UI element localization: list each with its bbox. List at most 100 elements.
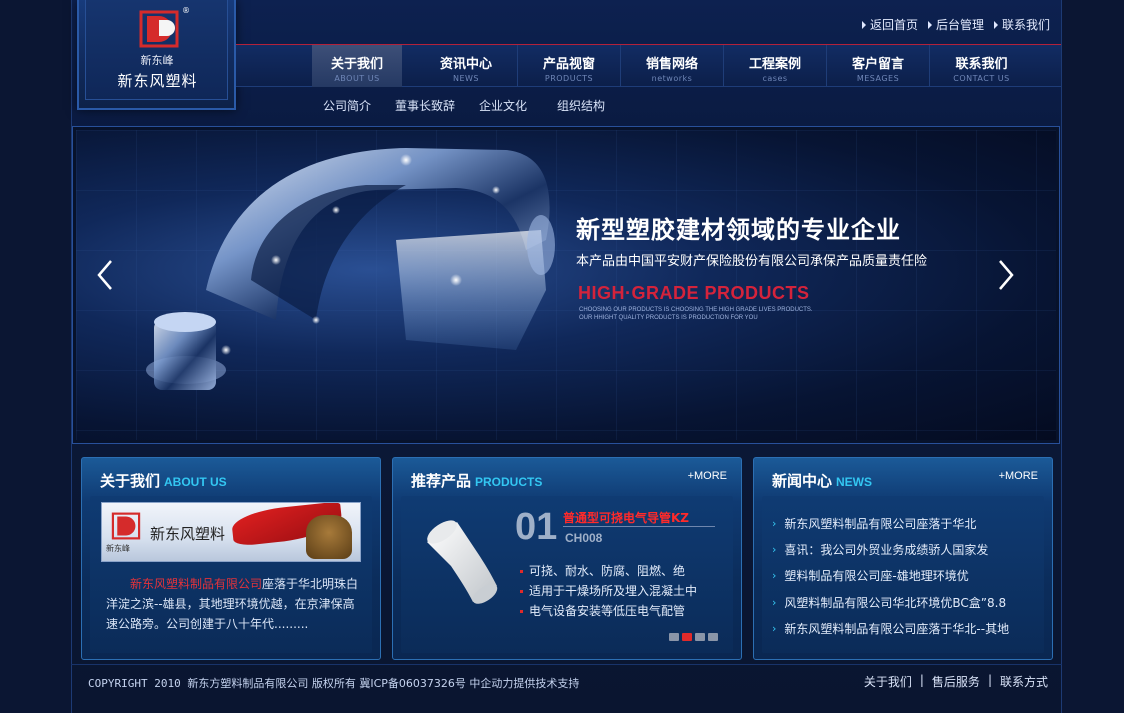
feature-item: 可挠、耐水、防腐、阻燃、绝 [520,561,697,581]
news-item[interactable]: › 风塑料制品有限公司华北环境优BC盒”8.8 [772,589,1009,615]
main-nav: 关于我们 ABOUT US 资讯中心 NEWS 产品视窗 PRODUCTS 销售… [236,45,1061,87]
top-link-label: 联系我们 [1001,18,1050,32]
news-item[interactable]: › 新东风塑料制品有限公司座落于华北 [772,510,1009,536]
banner-en-line: OUR HHIGHT QUALITY PRODUCTS IS PRODUCTIO… [579,315,758,321]
nav-label: 联系我们 [955,57,1008,72]
about-company-link[interactable]: 新东风塑料制品有限公司 [130,577,262,591]
top-link-admin[interactable]: 后台管理 [927,16,984,33]
news-item-title: 新东风塑料制品有限公司座落于华北--其地 [784,621,1010,636]
logo[interactable]: ® 新东峰 新东风塑料 [77,0,236,110]
pipe-elbow-image[interactable] [419,516,509,608]
carousel-dot[interactable] [708,633,718,641]
chevron-right-icon: › [772,595,777,609]
product-name[interactable]: 普通型可挠电气导管KZ [563,509,689,526]
news-item-title: 喜讯：我公司外贸业务成绩骄人国家发 [784,542,989,557]
subnav-item-culture[interactable]: 企业文化 [479,97,527,114]
banner-next-arrow-icon[interactable] [994,255,1018,295]
nav-item-products[interactable]: 产品视窗 PRODUCTS [518,45,621,87]
logo-brand-small: 新东峰 [140,54,174,67]
carousel-dot[interactable] [695,633,705,641]
arrow-right-icon [861,20,866,29]
nav-sublabel: MESAGES [856,74,900,83]
panel-title-en: NEWS [836,475,873,489]
news-item[interactable]: › 喜讯：我公司外贸业务成绩骄人国家发 [772,536,1009,562]
arrow-right-icon [927,20,932,29]
banner-prev-arrow-icon[interactable] [93,255,117,295]
product-code: CH008 [565,531,603,545]
banner-en-line: CHOOSING OUR PRODUCTS IS CHOOSING THE HI… [579,307,813,313]
product-number: 01 [515,506,558,548]
nav-sublabel: CONTACT US [953,74,1010,83]
top-link-contact[interactable]: 联系我们 [993,16,1050,33]
subnav-item-intro[interactable]: 公司简介 [323,97,371,114]
nav-label: 工程案例 [748,57,801,72]
nav-item-networks[interactable]: 销售网络 networks [621,45,724,87]
sub-nav: 公司简介 董事长致辞 企业文化 组织结构 [323,97,605,114]
logo-panel: ® 新东峰 新东风塑料 [85,0,228,100]
nav-item-messages[interactable]: 客户留言 MESAGES [827,45,930,87]
nav-label: 产品视窗 [542,57,595,72]
nav-sublabel: ABOUT US [334,74,380,83]
divider [563,526,715,527]
nav-sublabel: cases [762,74,788,83]
product-features: 可挠、耐水、防腐、阻燃、绝 适用于干燥场所及埋入混凝土中 电气设备安装等低压电气… [520,561,697,621]
chevron-right-icon: › [772,516,777,530]
subnav-item-chairman[interactable]: 董事长致辞 [395,97,455,114]
nav-item-cases[interactable]: 工程案例 cases [724,45,827,87]
subnav-item-structure[interactable]: 组织结构 [557,97,605,114]
news-list: › 新东风塑料制品有限公司座落于华北 › 喜讯：我公司外贸业务成绩骄人国家发 › 塑料… [772,510,1009,641]
footer-link-service[interactable]: 售后服务 [932,673,980,690]
panel-title-cn: 关于我们 [100,472,161,490]
nav-item-news[interactable]: 资讯中心 NEWS [415,45,518,87]
feature-item: 适用于干燥场所及埋入混凝土中 [520,581,697,601]
footer-link-about[interactable]: 关于我们 [864,673,912,690]
carousel-dot[interactable] [669,633,679,641]
products-more-link[interactable]: +MORE [688,470,727,482]
news-item-title: 塑料制品有限公司座-雄地理环境优 [784,569,969,584]
nav-label: 销售网络 [645,57,698,72]
about-image[interactable]: 新东峰 新东风塑料 [101,502,361,562]
footer-links: 关于我们 | 售后服务 | 联系方式 [864,673,1048,690]
news-item[interactable]: › 新东风塑料制品有限公司座落于华北--其地 [772,615,1009,641]
carousel-dots [669,633,718,641]
about-panel: 关于我们 ABOUT US 新东峰 新东风塑料 新东风塑料制品有限公司座落于华北明… [81,457,381,660]
faucet-illustration [146,148,555,390]
top-link-home[interactable]: 返回首页 [861,16,918,33]
copyright-text: 新东方塑料制品有限公司 版权所有 冀ICP备06037326号 中企动力提供技术… [187,677,580,690]
products-panel: 推荐产品 PRODUCTS +MORE 01 普通型可挠电气导管KZ CH008 … [392,457,742,660]
lion-statue-graphic [306,515,352,559]
footer-link-contact[interactable]: 联系方式 [1000,673,1048,690]
logo-mark-icon [139,10,179,48]
nav-item-contact[interactable]: 联系我们 CONTACT US [930,45,1033,87]
panel-title-cn: 新闻中心 [772,472,833,490]
news-item[interactable]: › 塑料制品有限公司座-雄地理环境优 [772,563,1009,589]
banner-en-title: HIGH·GRADE PRODUCTS [578,283,810,303]
banner-en-caption: CHOOSING OUR PRODUCTS IS CHOOSING THE HI… [579,306,813,322]
chevron-right-icon: › [772,569,777,583]
chevron-right-icon: › [772,621,777,635]
news-item-title: 新东风塑料制品有限公司座落于华北 [784,516,977,531]
nav-label: 客户留言 [851,57,904,72]
news-more-link[interactable]: +MORE [999,470,1038,482]
nav-sublabel: NEWS [452,74,480,83]
hero-banner: 新型塑胶建材领域的专业企业 本产品由中国平安财产保险股份有限公司承保产品质量责任… [76,130,1056,440]
panel-title: 关于我们 ABOUT US [100,470,227,491]
nav-label: 资讯中心 [439,57,492,72]
feature-item: 电气设备安装等低压电气配管 [520,601,697,621]
panel-title: 新闻中心 NEWS [772,470,872,491]
copyright: COPYRIGHT 2010 新东方塑料制品有限公司 版权所有 冀ICP备060… [88,675,579,691]
registered-mark: ® [182,6,190,15]
separator: | [987,673,992,687]
nav-item-about[interactable]: 关于我们 ABOUT US [312,45,402,87]
carousel-dot-active[interactable] [682,633,692,641]
panel-title-cn: 推荐产品 [411,472,472,490]
panel-title-en: PRODUCTS [475,475,543,489]
nav-sublabel: networks [651,74,693,83]
about-image-brand-small: 新东峰 [106,544,130,553]
separator: | [919,673,924,687]
banner-subtitle: 本产品由中国平安财产保险股份有限公司承保产品质量责任险 [576,254,928,269]
footer-divider [71,664,1062,665]
news-panel: 新闻中心 NEWS +MORE › 新东风塑料制品有限公司座落于华北 › 喜讯：我公司… [753,457,1053,660]
copyright-prefix: COPYRIGHT 2010 [88,677,181,690]
logo-name: 新东风塑料 [117,72,198,90]
